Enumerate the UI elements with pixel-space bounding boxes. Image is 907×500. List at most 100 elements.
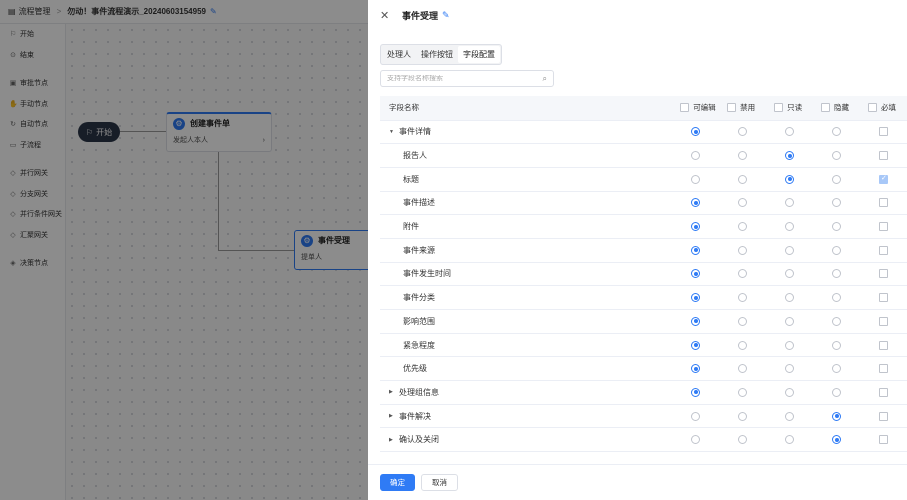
required-checkbox[interactable] xyxy=(879,435,888,445)
field-name: 事件发生时间 xyxy=(403,269,451,279)
required-checkbox[interactable] xyxy=(879,293,888,303)
permission-radio[interactable] xyxy=(691,222,701,232)
permission-radio[interactable] xyxy=(832,222,842,232)
permission-radio[interactable] xyxy=(785,151,795,161)
permission-radio[interactable] xyxy=(785,411,795,421)
permission-radio[interactable] xyxy=(832,293,842,303)
search-icon[interactable]: ⌕ xyxy=(543,74,547,84)
permission-radio[interactable] xyxy=(738,127,748,137)
tab-2[interactable]: 字段配置 xyxy=(458,46,500,63)
permission-radio[interactable] xyxy=(738,198,748,208)
tab-0[interactable]: 处理人 xyxy=(382,46,416,63)
permission-radio[interactable] xyxy=(832,411,842,421)
drawer-footer: 确定 取消 xyxy=(368,464,907,500)
column-header-option: 禁用 xyxy=(719,96,767,121)
confirm-button[interactable]: 确定 xyxy=(380,474,415,491)
table-row: 事件发生时间 xyxy=(380,262,907,287)
permission-radio[interactable] xyxy=(738,174,748,184)
required-checkbox[interactable] xyxy=(879,364,888,374)
required-checkbox[interactable] xyxy=(879,222,888,232)
permission-radio[interactable] xyxy=(738,435,748,445)
permission-radio[interactable] xyxy=(738,387,748,397)
field-name: 优先级 xyxy=(403,364,427,374)
tab-1[interactable]: 操作按钮 xyxy=(416,46,458,63)
required-checkbox[interactable] xyxy=(879,316,888,326)
required-checkbox[interactable] xyxy=(879,174,888,184)
permission-radio[interactable] xyxy=(691,269,701,279)
permission-radio[interactable] xyxy=(785,198,795,208)
permission-radio[interactable] xyxy=(738,316,748,326)
required-checkbox[interactable] xyxy=(879,198,888,208)
permission-radio[interactable] xyxy=(785,316,795,326)
permission-radio[interactable] xyxy=(832,340,842,350)
column-option-label: 必填 xyxy=(881,103,896,113)
caret-down-icon[interactable]: ▼ xyxy=(389,129,395,135)
select-all-checkbox[interactable] xyxy=(821,103,831,113)
permission-radio[interactable] xyxy=(785,293,795,303)
required-checkbox[interactable] xyxy=(879,151,888,161)
permission-radio[interactable] xyxy=(832,174,842,184)
search-input[interactable] xyxy=(387,75,527,82)
cancel-button[interactable]: 取消 xyxy=(421,474,458,491)
required-checkbox[interactable] xyxy=(879,411,888,421)
permission-radio[interactable] xyxy=(832,387,842,397)
permission-radio[interactable] xyxy=(785,340,795,350)
permission-radio[interactable] xyxy=(832,127,842,137)
permission-radio[interactable] xyxy=(691,435,701,445)
permission-radio[interactable] xyxy=(785,245,795,255)
edit-icon[interactable]: ✎ xyxy=(442,10,450,21)
permission-radio[interactable] xyxy=(785,387,795,397)
column-header-option: 隐藏 xyxy=(813,96,860,121)
permission-radio[interactable] xyxy=(832,316,842,326)
caret-right-icon[interactable]: ▶ xyxy=(389,413,395,419)
caret-right-icon[interactable]: ▶ xyxy=(389,389,395,395)
permission-radio[interactable] xyxy=(691,364,701,374)
permission-radio[interactable] xyxy=(738,364,748,374)
permission-radio[interactable] xyxy=(785,435,795,445)
permission-radio[interactable] xyxy=(738,411,748,421)
permission-radio[interactable] xyxy=(832,151,842,161)
permission-radio[interactable] xyxy=(691,387,701,397)
permission-radio[interactable] xyxy=(785,174,795,184)
permission-radio[interactable] xyxy=(832,364,842,374)
permission-radio[interactable] xyxy=(691,316,701,326)
permission-radio[interactable] xyxy=(691,411,701,421)
permission-radio[interactable] xyxy=(691,127,701,137)
permission-radio[interactable] xyxy=(691,198,701,208)
permission-radio[interactable] xyxy=(738,269,748,279)
table-row: 事件来源 xyxy=(380,238,907,263)
permission-radio[interactable] xyxy=(738,245,748,255)
select-all-checkbox[interactable] xyxy=(680,103,690,113)
permission-radio[interactable] xyxy=(738,222,748,232)
required-checkbox[interactable] xyxy=(879,127,888,137)
field-name: 处理组信息 xyxy=(399,387,439,397)
permission-radio[interactable] xyxy=(785,364,795,374)
permission-radio[interactable] xyxy=(691,174,701,184)
permission-radio[interactable] xyxy=(785,127,795,137)
permission-radio[interactable] xyxy=(785,269,795,279)
column-header-option: 只读 xyxy=(766,96,814,121)
modal-overlay[interactable] xyxy=(0,0,368,500)
required-checkbox[interactable] xyxy=(879,387,888,397)
field-name: 附件 xyxy=(403,222,419,232)
permission-radio[interactable] xyxy=(691,293,701,303)
permission-radio[interactable] xyxy=(738,151,748,161)
select-all-checkbox[interactable] xyxy=(727,103,737,113)
permission-radio[interactable] xyxy=(691,340,701,350)
permission-radio[interactable] xyxy=(691,245,701,255)
required-checkbox[interactable] xyxy=(879,269,888,279)
permission-radio[interactable] xyxy=(738,340,748,350)
required-checkbox[interactable] xyxy=(879,340,888,350)
caret-right-icon[interactable]: ▶ xyxy=(389,437,395,443)
select-all-checkbox[interactable] xyxy=(774,103,784,113)
close-icon[interactable]: ✕ xyxy=(380,9,390,22)
permission-radio[interactable] xyxy=(832,198,842,208)
permission-radio[interactable] xyxy=(738,293,748,303)
permission-radio[interactable] xyxy=(832,269,842,279)
permission-radio[interactable] xyxy=(832,435,842,445)
required-checkbox[interactable] xyxy=(879,245,888,255)
permission-radio[interactable] xyxy=(785,222,795,232)
permission-radio[interactable] xyxy=(832,245,842,255)
select-all-checkbox[interactable] xyxy=(868,103,877,113)
permission-radio[interactable] xyxy=(691,151,701,161)
